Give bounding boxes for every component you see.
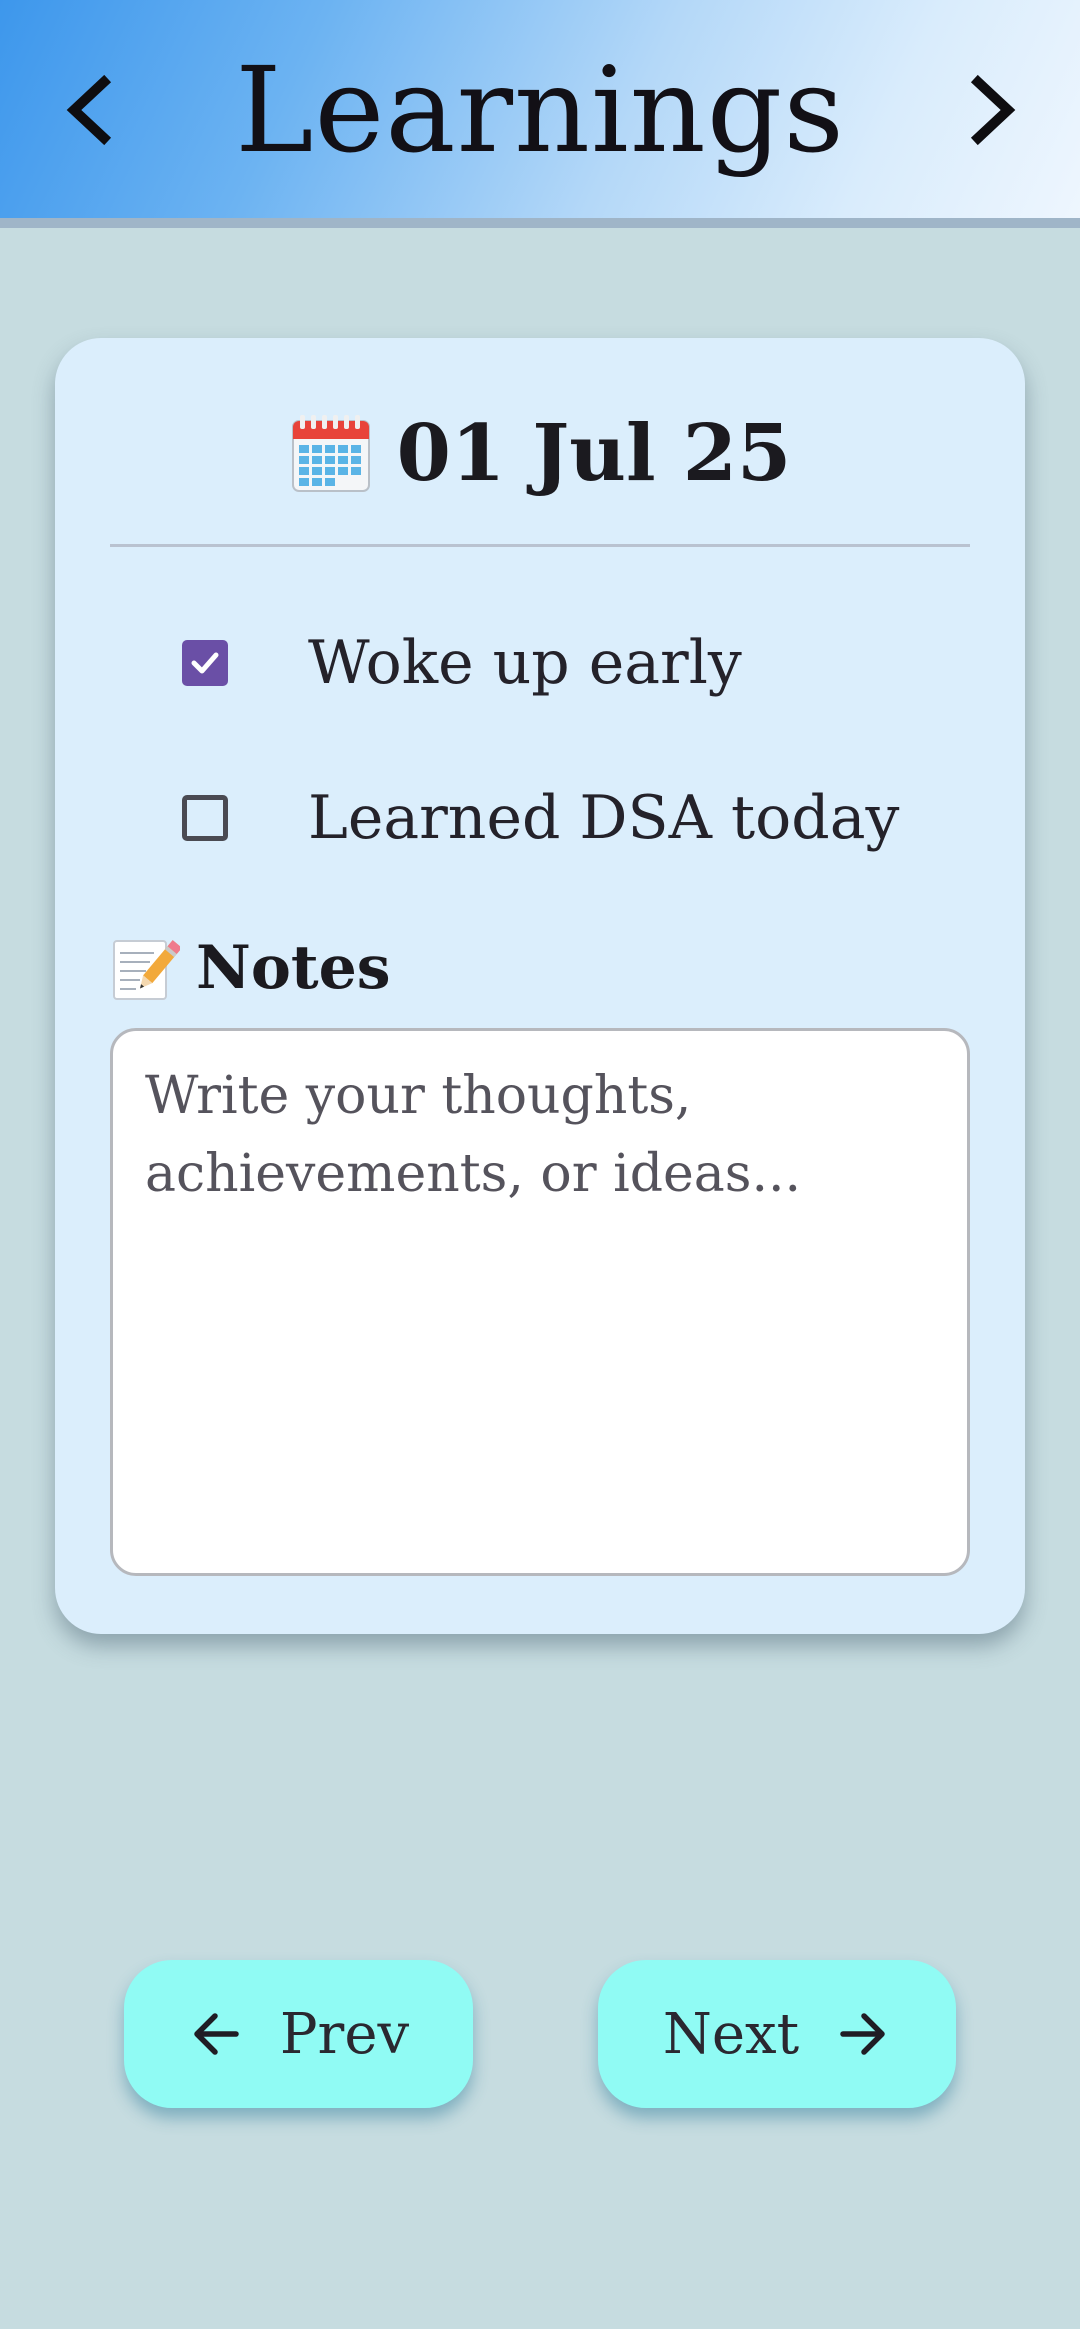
notes-label: Notes (196, 933, 391, 1003)
checkmark-icon (191, 652, 219, 674)
chevron-right-icon[interactable] (950, 70, 1030, 150)
habit-label: Woke up early (308, 628, 742, 698)
next-button-label: Next (662, 2001, 800, 2067)
entry-date: 01 Jul 25 (396, 407, 792, 499)
arrow-left-icon (194, 2013, 239, 2055)
habit-label: Learned DSA today (308, 783, 900, 853)
next-button[interactable]: Next (598, 1960, 956, 2108)
memo-icon (110, 933, 180, 1003)
habit-woke-up-early[interactable]: Woke up early (182, 618, 742, 708)
calendar-icon (289, 411, 373, 495)
prev-button[interactable]: Prev (124, 1960, 473, 2108)
page-title: Learnings (235, 41, 845, 179)
entry-card: 01 Jul 25 Woke up early Learned DSA toda… (55, 338, 1025, 1634)
notes-textarea[interactable] (110, 1028, 970, 1576)
arrow-right-icon (840, 2013, 885, 2055)
header-bar: Learnings (0, 0, 1080, 228)
habit-checkbox-checked[interactable] (182, 640, 228, 686)
divider (110, 544, 970, 547)
date-row: 01 Jul 25 (55, 398, 1025, 508)
notes-heading: Notes (110, 928, 391, 1008)
habit-learned-dsa[interactable]: Learned DSA today (182, 773, 899, 863)
habit-checkbox-unchecked[interactable] (182, 795, 228, 841)
prev-button-label: Prev (279, 2001, 410, 2067)
